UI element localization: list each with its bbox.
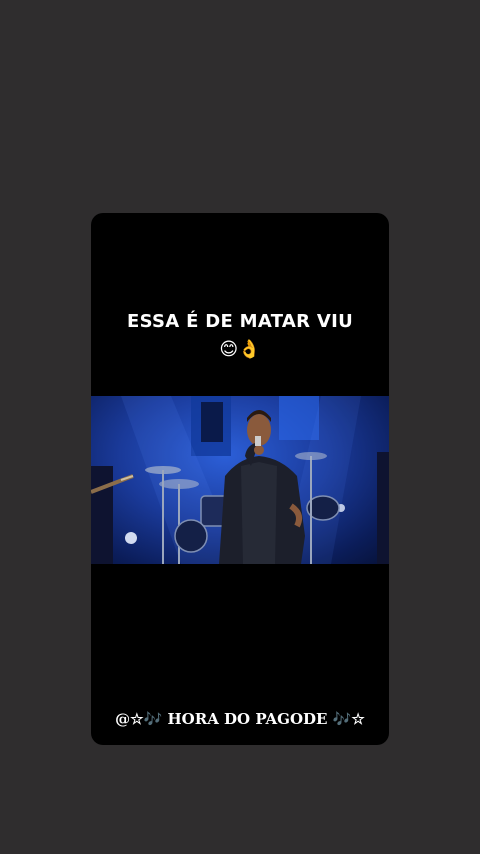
footer-title: HORA DO PAGODE <box>162 710 333 728</box>
footer-prefix: @☆ <box>115 710 144 728</box>
guitarist <box>91 466 134 564</box>
caption-emojis: 😊👌 <box>219 339 261 360</box>
stage-light-rig <box>201 402 223 442</box>
stage-scene <box>91 396 389 564</box>
story-card[interactable]: ESSA É DE MATAR VIU 😊👌 @☆🎶 HORA DO PAGOD… <box>91 213 389 745</box>
musician-right <box>377 452 389 564</box>
footer-suffix: ☆ <box>351 710 365 728</box>
video-player[interactable] <box>91 396 389 564</box>
footer-tag[interactable]: @☆🎶 HORA DO PAGODE 🎶☆ <box>91 710 389 728</box>
stage-light <box>125 532 137 544</box>
music-note-icon: 🎶 <box>143 710 163 728</box>
music-note-icon: 🎶 <box>332 710 352 728</box>
story-caption: ESSA É DE MATAR VIU <box>126 311 353 332</box>
